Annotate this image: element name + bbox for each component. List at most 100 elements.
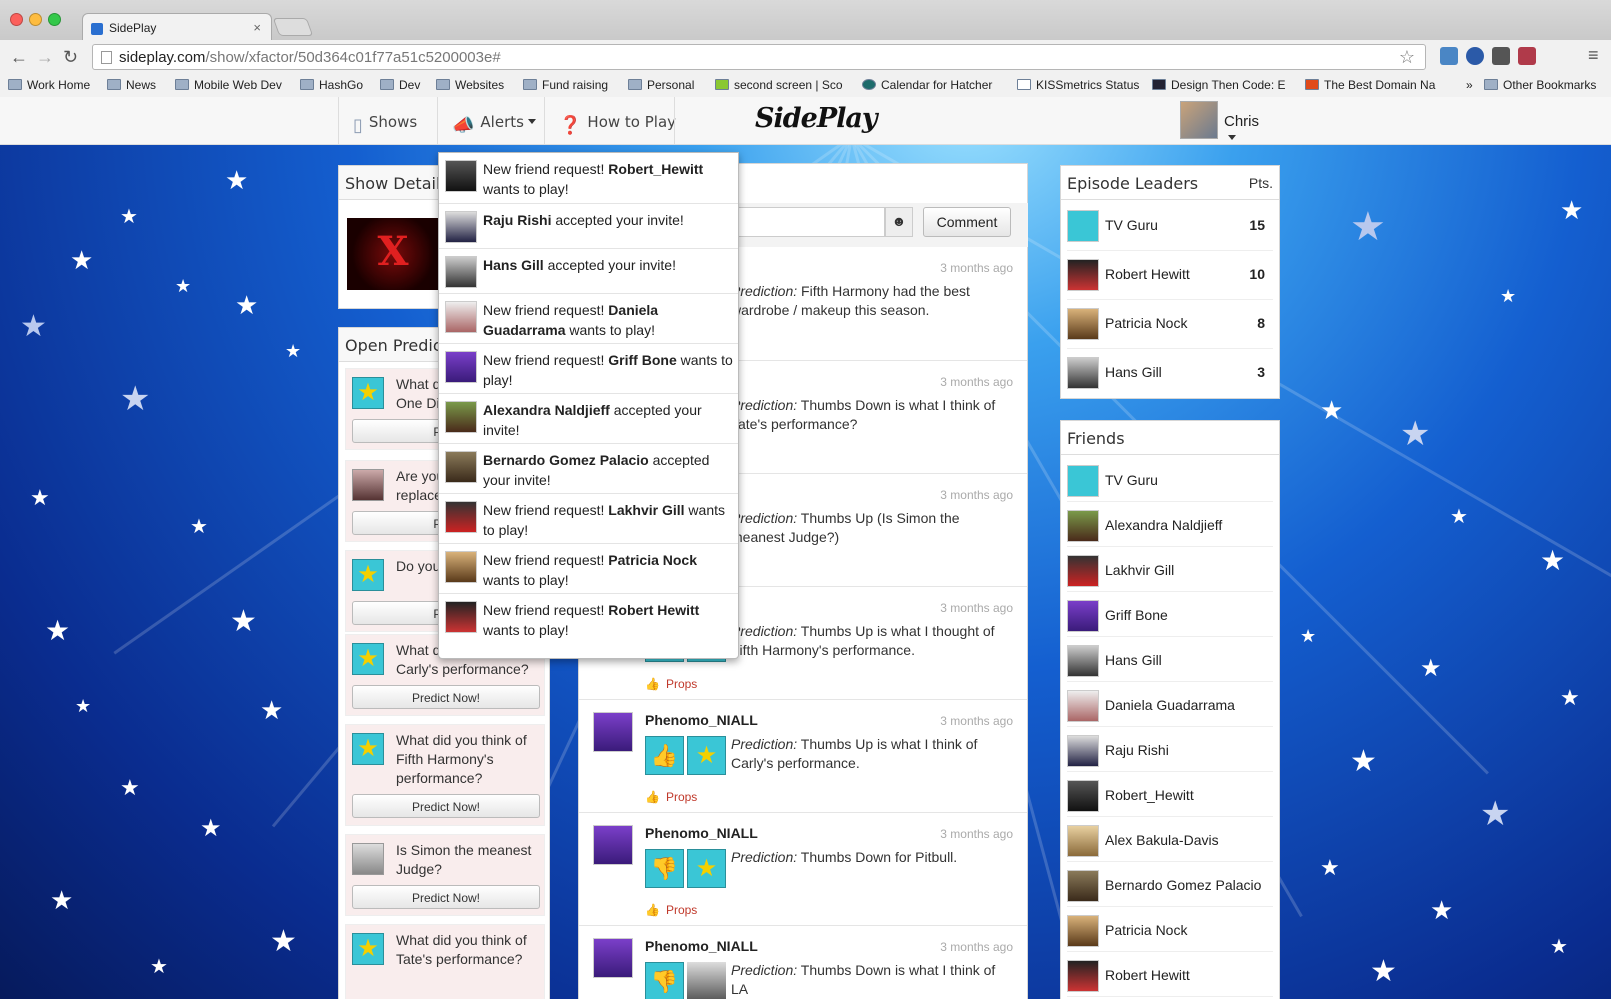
prediction-icons: 👍★ bbox=[645, 736, 727, 776]
alert-item[interactable]: New friend request! Patricia Nock wants … bbox=[439, 544, 738, 594]
thumbs-down-icon: 👎 bbox=[645, 849, 684, 888]
bookmark-item[interactable]: Fund raising bbox=[523, 78, 608, 92]
bookmark-item[interactable]: KISSmetrics Status bbox=[1017, 78, 1139, 92]
friend-item[interactable]: Griff Bone bbox=[1067, 592, 1273, 637]
friend-item[interactable]: Lakhvir Gill bbox=[1067, 547, 1273, 592]
bookmark-item[interactable]: HashGo bbox=[300, 78, 363, 92]
smiley-icon[interactable]: ☻ bbox=[885, 207, 913, 237]
avatar bbox=[352, 843, 384, 875]
avatar bbox=[445, 501, 477, 533]
feed-prediction: Prediction: Thumbs Up is what I think of… bbox=[731, 736, 978, 771]
prediction-card: ★ What did you think of Fifth Harmony's … bbox=[345, 724, 545, 826]
menu-icon[interactable]: ≡ bbox=[1588, 45, 1599, 66]
bookmark-star-icon[interactable]: ☆ bbox=[1399, 47, 1415, 68]
alerts-dropdown: New friend request! Robert_Hewitt wants … bbox=[438, 152, 739, 659]
thumbs-up-icon: 👍 bbox=[645, 903, 660, 917]
nav-how-to-play[interactable]: ❓ How to Play bbox=[544, 97, 690, 145]
alert-item[interactable]: Raju Rishi accepted your invite! bbox=[439, 204, 738, 249]
alert-item[interactable]: Hans Gill accepted your invite! bbox=[439, 249, 738, 294]
friend-item[interactable]: Hans Gill bbox=[1067, 637, 1273, 682]
friend-item[interactable]: TV Guru bbox=[1067, 457, 1273, 502]
reload-icon[interactable]: ↻ bbox=[63, 47, 78, 68]
avatar bbox=[1067, 357, 1099, 389]
tab-title: SidePlay bbox=[109, 21, 157, 35]
feed-prediction: Prediction: Fifth Harmony had the best w… bbox=[731, 283, 970, 318]
sideplay-logo[interactable]: SidePlay bbox=[755, 103, 878, 134]
star-icon: ★ bbox=[352, 559, 384, 591]
extension-icon[interactable] bbox=[1492, 47, 1510, 65]
bookmark-item[interactable]: Mobile Web Dev bbox=[175, 78, 282, 92]
props-link[interactable]: 👍 Props bbox=[645, 790, 697, 804]
alert-item[interactable]: New friend request! Robert Hewitt wants … bbox=[439, 594, 738, 644]
comment-button[interactable]: Comment bbox=[923, 207, 1011, 237]
predict-now-button[interactable]: Predict Now! bbox=[352, 794, 540, 818]
alert-item[interactable]: New friend request! Robert_Hewitt wants … bbox=[439, 153, 738, 204]
bookmark-item[interactable]: Calendar for Hatcher bbox=[862, 78, 992, 92]
avatar[interactable] bbox=[593, 825, 633, 865]
address-bar[interactable]: sideplay.com/show/xfactor/50d364c01f77a5… bbox=[92, 44, 1426, 70]
extension-icon[interactable] bbox=[1466, 47, 1484, 65]
feed-user[interactable]: Phenomo_NIALL bbox=[645, 938, 758, 954]
feed-prediction: Prediction: Thumbs Up (Is Simon the mean… bbox=[731, 510, 960, 545]
extension-icon[interactable] bbox=[1518, 47, 1536, 65]
feed-item: Phenomo_NIALL 3 months ago 👍 ★ Prediction:… bbox=[579, 699, 1027, 812]
bookmark-item[interactable]: Websites bbox=[436, 78, 504, 92]
avatar[interactable] bbox=[593, 712, 633, 752]
comment-input[interactable] bbox=[735, 207, 885, 237]
minimize-window-button[interactable] bbox=[29, 13, 42, 26]
props-link[interactable]: 👍 Props bbox=[645, 677, 697, 691]
avatar bbox=[1067, 555, 1099, 587]
friend-item[interactable]: Alexandra Naldjieff bbox=[1067, 502, 1273, 547]
page-icon bbox=[101, 51, 112, 64]
alert-item[interactable]: Alexandra Naldjieff accepted your invite… bbox=[439, 394, 738, 444]
friend-item[interactable]: Daniela Guadarrama bbox=[1067, 682, 1273, 727]
leader-row[interactable]: Robert Hewitt 10 bbox=[1067, 251, 1273, 300]
alert-item[interactable]: New friend request! Lakhvir Gill wants t… bbox=[439, 494, 738, 544]
bookmark-item[interactable]: Dev bbox=[380, 78, 420, 92]
predict-now-button[interactable]: Predict Now! bbox=[352, 685, 540, 709]
friend-item[interactable]: Bernardo Gomez Palacio bbox=[1067, 862, 1273, 907]
bookmark-item[interactable]: Design Then Code: E bbox=[1152, 78, 1286, 92]
nav-alerts[interactable]: 📣 Alerts bbox=[437, 97, 550, 145]
other-bookmarks[interactable]: Other Bookmarks bbox=[1484, 78, 1596, 92]
browser-tab[interactable]: SidePlay × bbox=[82, 13, 272, 41]
leader-row[interactable]: Patricia Nock 8 bbox=[1067, 300, 1273, 349]
bookmark-item[interactable]: News bbox=[107, 78, 156, 92]
avatar bbox=[1180, 101, 1218, 139]
extension-icon[interactable] bbox=[1440, 47, 1458, 65]
zoom-window-button[interactable] bbox=[48, 13, 61, 26]
bookmark-item[interactable]: The Best Domain Na bbox=[1305, 78, 1435, 92]
feed-user[interactable]: Phenomo_NIALL bbox=[645, 825, 758, 841]
forward-arrow-icon[interactable]: → bbox=[36, 47, 54, 68]
props-link[interactable]: 👍 Props bbox=[645, 903, 697, 917]
friend-item[interactable]: Robert_Hewitt bbox=[1067, 772, 1273, 817]
more-bookmarks-chevron[interactable]: » bbox=[1466, 78, 1473, 92]
avatar bbox=[1067, 259, 1099, 291]
close-window-button[interactable] bbox=[10, 13, 23, 26]
leader-row[interactable]: Hans Gill 3 bbox=[1067, 349, 1273, 398]
friend-item[interactable]: Robert Hewitt bbox=[1067, 952, 1273, 997]
bookmark-item[interactable]: Work Home bbox=[8, 78, 90, 92]
avatar bbox=[445, 401, 477, 433]
alert-item[interactable]: Bernardo Gomez Palacio accepted your inv… bbox=[439, 444, 738, 494]
feed-user[interactable]: Phenomo_NIALL bbox=[645, 712, 758, 728]
predict-now-button[interactable]: Predict Now! bbox=[352, 885, 540, 909]
friend-item[interactable]: Alex Bakula-Davis bbox=[1067, 817, 1273, 862]
prediction-question: What did you think of Fifth Harmony's pe… bbox=[396, 732, 527, 786]
nav-shows[interactable]: ▯ Shows bbox=[338, 97, 431, 145]
leader-row[interactable]: TV Guru 15 bbox=[1067, 202, 1273, 251]
back-arrow-icon[interactable]: ← bbox=[10, 47, 28, 68]
avatar[interactable] bbox=[593, 938, 633, 978]
bookmark-item[interactable]: second screen | Sco bbox=[715, 78, 843, 92]
prediction-icons: 👎 ★ bbox=[645, 849, 727, 889]
alert-item[interactable]: New friend request! Daniela Guadarrama w… bbox=[439, 294, 738, 344]
friend-item[interactable]: Raju Rishi bbox=[1067, 727, 1273, 772]
new-tab-button[interactable] bbox=[272, 18, 314, 36]
close-tab-icon[interactable]: × bbox=[253, 20, 261, 35]
star-icon: ★ bbox=[352, 643, 384, 675]
x-factor-logo[interactable]: X bbox=[347, 218, 439, 290]
friend-item[interactable]: Patricia Nock bbox=[1067, 907, 1273, 952]
alert-item[interactable]: New friend request! Griff Bone wants to … bbox=[439, 344, 738, 394]
bookmark-item[interactable]: Personal bbox=[628, 78, 694, 92]
avatar bbox=[1067, 735, 1099, 767]
